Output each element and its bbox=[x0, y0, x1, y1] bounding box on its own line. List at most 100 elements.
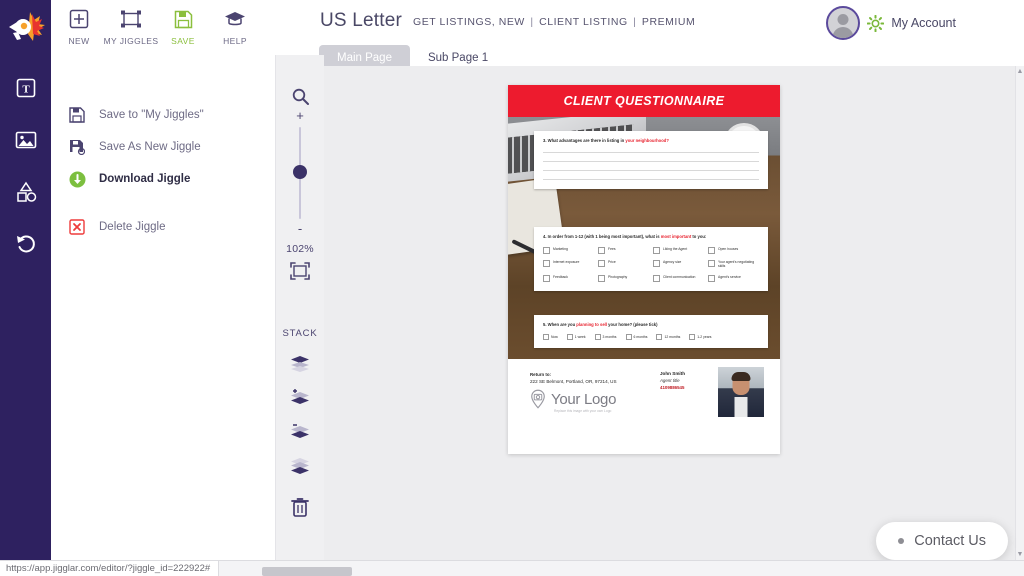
checkbox-option[interactable]: Open houses bbox=[708, 246, 759, 254]
checkbox-box[interactable] bbox=[594, 333, 601, 340]
canvas-vertical-scrollbar[interactable]: ▲ ▼ bbox=[1015, 66, 1024, 560]
stack-send-backward-button[interactable] bbox=[276, 423, 324, 441]
checkbox-box[interactable] bbox=[708, 259, 715, 267]
checkbox-option[interactable]: Photography bbox=[598, 275, 649, 283]
checkbox-option[interactable]: Fees bbox=[598, 246, 649, 254]
app-logo[interactable] bbox=[0, 0, 51, 55]
checkbox-box[interactable] bbox=[653, 246, 660, 254]
checkbox-box[interactable] bbox=[543, 246, 550, 254]
scroll-down-arrow-icon[interactable]: ▼ bbox=[1016, 551, 1024, 558]
delete-element-button[interactable] bbox=[276, 497, 324, 517]
rail-item-text-tool[interactable]: T bbox=[0, 69, 51, 107]
account-label[interactable]: My Account bbox=[891, 16, 956, 30]
checkbox-label: Internet exposure bbox=[553, 259, 580, 264]
write-line bbox=[543, 151, 759, 153]
sidebar-item-label: Delete Jiggle bbox=[99, 221, 166, 233]
toolbar-help-button[interactable]: HELP bbox=[207, 6, 263, 46]
checkbox-box[interactable] bbox=[689, 333, 696, 340]
checkbox-box[interactable] bbox=[598, 259, 605, 267]
transform-frame-icon bbox=[103, 6, 159, 32]
zoom-in-button[interactable]: + bbox=[276, 109, 324, 122]
tick-option[interactable]: 6 months bbox=[625, 333, 647, 340]
toolbar-my-jiggles-label: MY JIGGLES bbox=[103, 36, 159, 46]
question-3-text: 3. What advantages are there in listing … bbox=[543, 138, 759, 144]
rail-item-shapes-tool[interactable] bbox=[0, 173, 51, 211]
checkbox-option[interactable]: Internet exposure bbox=[543, 259, 594, 269]
avatar[interactable] bbox=[826, 6, 861, 40]
checkbox-option[interactable]: Agency size bbox=[653, 259, 704, 269]
toolbar-new-button[interactable]: NEW bbox=[51, 6, 107, 46]
logo-text: Your Logo bbox=[551, 390, 617, 408]
checkbox-option[interactable]: Liking the Agent bbox=[653, 246, 704, 254]
left-panel: Save to "My Jiggles" Save As New Jiggle bbox=[51, 55, 276, 560]
rail-item-image-tool[interactable] bbox=[0, 121, 51, 159]
question-5-block[interactable]: 5. When are you planning to sell your ho… bbox=[534, 315, 768, 348]
rail-item-undo-tool[interactable] bbox=[0, 225, 51, 263]
question-4-after: to you: bbox=[691, 234, 707, 239]
checkbox-option[interactable]: Your agent's negotiating skills bbox=[708, 259, 759, 269]
sidebar-item-save-to-my-jiggles[interactable]: Save to "My Jiggles" bbox=[51, 99, 275, 131]
checkbox-box[interactable] bbox=[543, 275, 550, 283]
checkbox-box[interactable] bbox=[543, 259, 550, 267]
stack-bring-forward-button[interactable] bbox=[276, 389, 324, 407]
breadcrumb-item-2[interactable]: PREMIUM bbox=[642, 16, 695, 28]
checkbox-box[interactable] bbox=[543, 333, 549, 340]
zoom-slider-knob[interactable] bbox=[293, 165, 307, 179]
sidebar-item-save-as-new-jiggle[interactable]: Save As New Jiggle bbox=[51, 131, 275, 163]
stack-bring-to-front-button[interactable] bbox=[276, 355, 324, 373]
checkbox-box[interactable] bbox=[598, 275, 605, 283]
zoom-out-button[interactable]: - bbox=[276, 222, 324, 235]
sidebar-item-delete-jiggle[interactable]: Delete Jiggle bbox=[51, 211, 275, 243]
checkbox-box[interactable] bbox=[625, 333, 632, 340]
tick-option[interactable]: 1 week bbox=[566, 333, 586, 340]
checkbox-label: Marketing bbox=[553, 246, 568, 251]
tick-option[interactable]: 1-2 years bbox=[689, 333, 711, 340]
undo-arrow-icon bbox=[16, 235, 35, 253]
document-page[interactable]: CLIENT QUESTIONNAIRE 3. What advantages … bbox=[508, 85, 780, 454]
write-line bbox=[543, 160, 759, 162]
tick-option[interactable]: 3 months bbox=[594, 333, 617, 340]
zoom-slider[interactable] bbox=[293, 127, 307, 219]
checkbox-option[interactable]: Agent's service bbox=[708, 275, 759, 283]
checkbox-option[interactable]: Client communication bbox=[653, 275, 704, 283]
top-toolbar: NEW MY JIGGLES SAVE HELP US Letter GET L… bbox=[51, 0, 1024, 72]
scroll-up-arrow-icon[interactable]: ▲ bbox=[1016, 68, 1024, 75]
fit-to-screen-button[interactable] bbox=[276, 261, 324, 286]
checkbox-box[interactable] bbox=[708, 246, 715, 254]
editor-canvas[interactable]: CLIENT QUESTIONNAIRE 3. What advantages … bbox=[324, 66, 1016, 560]
headshot-shirt bbox=[734, 397, 748, 417]
checkbox-option[interactable]: Feedback bbox=[543, 275, 594, 283]
checkbox-option[interactable]: Marketing bbox=[543, 246, 594, 254]
contact-us-button[interactable]: Contact Us bbox=[876, 522, 1008, 560]
breadcrumb-item-1[interactable]: CLIENT LISTING bbox=[539, 16, 628, 28]
agent-title: Agent title bbox=[660, 378, 680, 383]
write-line bbox=[543, 178, 759, 180]
jiggle-actions-menu: Save to "My Jiggles" Save As New Jiggle bbox=[51, 55, 275, 243]
tick-option[interactable]: 12 months bbox=[656, 333, 680, 340]
question-4-number: 4. bbox=[543, 234, 547, 239]
stack-send-to-back-button[interactable] bbox=[276, 457, 324, 475]
checkbox-box[interactable] bbox=[566, 333, 573, 340]
checkbox-label: Price bbox=[608, 259, 616, 264]
question-4-block[interactable]: 4. In order from 1-12 (with 1 being most… bbox=[534, 227, 768, 292]
sidebar-item-download-jiggle[interactable]: Download Jiggle bbox=[51, 163, 275, 195]
horizontal-scrollbar[interactable] bbox=[262, 567, 352, 576]
question-3-number: 3. bbox=[543, 138, 547, 143]
account-area[interactable]: My Account bbox=[826, 6, 956, 40]
checkbox-box[interactable] bbox=[598, 246, 605, 254]
zoom-search-icon[interactable] bbox=[276, 88, 324, 110]
logo-placeholder[interactable]: Your Logo bbox=[528, 389, 616, 409]
toolbar-save-button[interactable]: SAVE bbox=[155, 6, 211, 46]
tick-label: 1 week bbox=[574, 334, 586, 339]
question-3-block[interactable]: 3. What advantages are there in listing … bbox=[534, 131, 768, 189]
agent-headshot[interactable] bbox=[718, 367, 764, 417]
toolbar-my-jiggles-button[interactable]: MY JIGGLES bbox=[103, 6, 159, 46]
tick-option[interactable]: Now bbox=[543, 333, 558, 340]
checkbox-option[interactable]: Price bbox=[598, 259, 649, 269]
breadcrumb-item-0[interactable]: GET LISTINGS, NEW bbox=[413, 16, 525, 28]
gear-icon[interactable] bbox=[867, 14, 885, 32]
checkbox-box[interactable] bbox=[653, 275, 660, 283]
checkbox-box[interactable] bbox=[653, 259, 660, 267]
checkbox-box[interactable] bbox=[656, 333, 663, 340]
checkbox-box[interactable] bbox=[708, 275, 715, 283]
